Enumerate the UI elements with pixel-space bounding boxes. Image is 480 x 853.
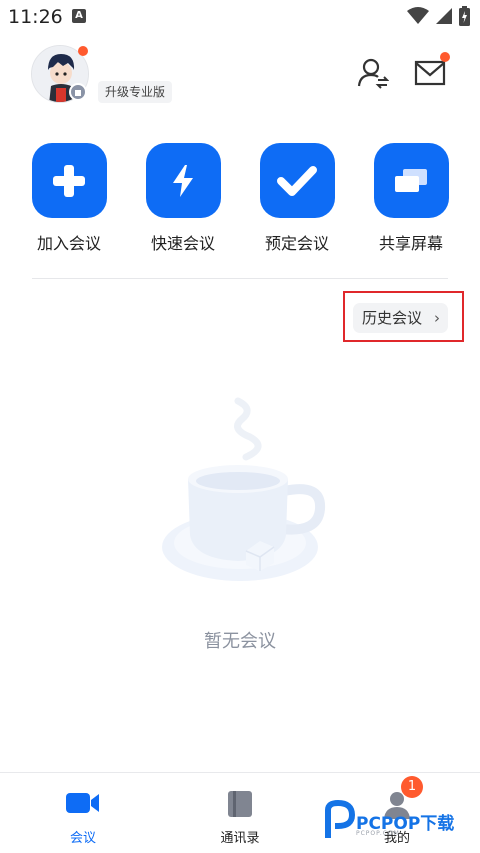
join-meeting-button[interactable] bbox=[31, 143, 107, 218]
wifi-icon bbox=[407, 7, 429, 24]
chevron-right-icon: › bbox=[434, 309, 440, 327]
quick-actions: 加入会议 快速会议 预定会议 共享屏幕 bbox=[0, 143, 480, 253]
nav-tab-contacts[interactable]: 通讯录 bbox=[160, 773, 320, 853]
status-bar: 11:26 A bbox=[0, 0, 480, 34]
quick-meeting-button[interactable] bbox=[145, 143, 221, 218]
check-icon bbox=[277, 165, 317, 196]
me-tab-badge: 1 bbox=[401, 776, 423, 798]
mail-notification-dot bbox=[440, 52, 450, 62]
status-icons bbox=[407, 6, 470, 26]
contacts-switch-icon[interactable] bbox=[357, 57, 389, 89]
signal-icon bbox=[436, 8, 452, 24]
watermark: PCPOP下载 PCPOP.COM bbox=[324, 800, 474, 842]
quick-meeting-label: 快速会议 bbox=[150, 234, 215, 253]
address-book-icon bbox=[228, 791, 252, 817]
watermark-subtext: PCPOP.COM bbox=[356, 830, 400, 837]
history-meetings-label: 历史会议 bbox=[362, 309, 423, 327]
account-type-badge bbox=[69, 83, 87, 101]
schedule-meeting-label: 预定会议 bbox=[264, 234, 329, 253]
status-time: 11:26 bbox=[8, 6, 63, 28]
nav-label-contacts: 通讯录 bbox=[220, 831, 260, 846]
share-screen-button[interactable] bbox=[373, 143, 449, 218]
mail-icon[interactable] bbox=[414, 58, 446, 88]
join-meeting-label: 加入会议 bbox=[36, 234, 101, 253]
video-camera-icon bbox=[66, 793, 99, 813]
upgrade-pro-tag[interactable]: 升级专业版 bbox=[98, 81, 173, 103]
plus-icon bbox=[53, 164, 85, 197]
share-screen-action[interactable]: 共享屏幕 bbox=[363, 143, 459, 254]
battery-icon bbox=[459, 6, 470, 26]
empty-state-text: 暂无会议 bbox=[204, 631, 276, 652]
schedule-meeting-button[interactable] bbox=[259, 143, 335, 218]
accessibility-icon: A bbox=[72, 9, 86, 23]
schedule-meeting-action[interactable]: 预定会议 bbox=[249, 143, 345, 254]
watermark-logo-icon bbox=[325, 800, 356, 838]
coffee-cup-illustration bbox=[162, 397, 326, 581]
share-screen-label: 共享屏幕 bbox=[378, 234, 443, 253]
history-meetings-button[interactable]: 历史会议 › bbox=[353, 303, 448, 333]
nav-tab-meetings[interactable]: 会议 bbox=[3, 773, 163, 853]
divider bbox=[32, 278, 448, 279]
avatar-notification-dot bbox=[78, 46, 88, 56]
join-meeting-action[interactable]: 加入会议 bbox=[21, 143, 117, 254]
lightning-icon bbox=[173, 164, 193, 197]
nav-label-meetings: 会议 bbox=[69, 831, 96, 846]
quick-meeting-action[interactable]: 快速会议 bbox=[135, 143, 231, 254]
share-screen-icon bbox=[395, 168, 427, 192]
account-badge-icon bbox=[75, 90, 81, 96]
